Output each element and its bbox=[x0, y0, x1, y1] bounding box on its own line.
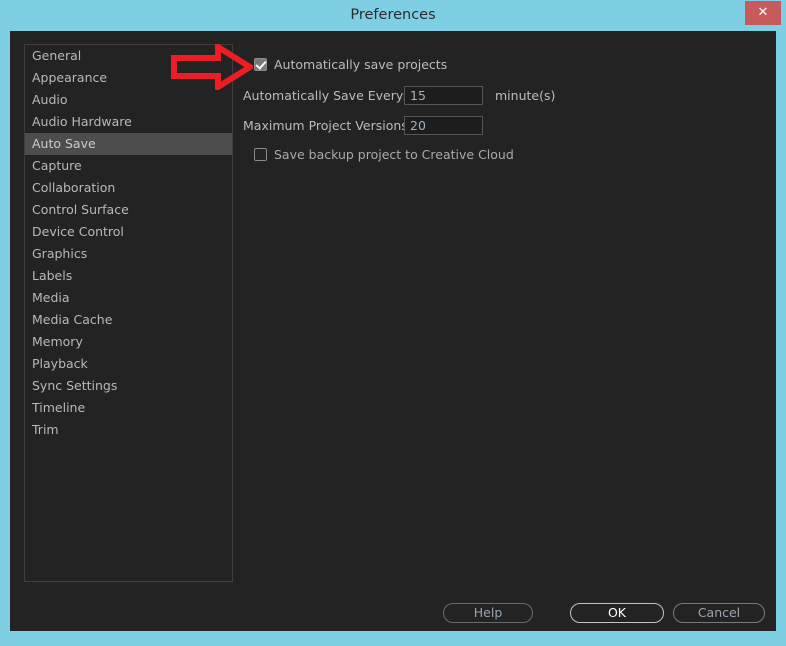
sidebar-item-collaboration[interactable]: Collaboration bbox=[25, 177, 232, 199]
save-every-label: Automatically Save Every: bbox=[243, 88, 407, 103]
sidebar-item-label: Capture bbox=[32, 158, 82, 173]
sidebar-item-label: Timeline bbox=[32, 400, 86, 415]
autosave-checkbox-label: Automatically save projects bbox=[274, 57, 448, 72]
preferences-window: Preferences ✕ General Appearance Audio Audi… bbox=[0, 0, 786, 646]
help-button[interactable]: Help bbox=[443, 603, 533, 623]
sidebar-item-sync-settings[interactable]: Sync Settings bbox=[25, 375, 232, 397]
backup-checkbox[interactable] bbox=[254, 148, 267, 161]
sidebar-item-control-surface[interactable]: Control Surface bbox=[25, 199, 232, 221]
sidebar-item-labels[interactable]: Labels bbox=[25, 265, 232, 287]
sidebar-item-playback[interactable]: Playback bbox=[25, 353, 232, 375]
sidebar-item-label: Graphics bbox=[32, 246, 88, 261]
sidebar-item-trim[interactable]: Trim bbox=[25, 419, 232, 441]
sidebar-item-auto-save[interactable]: Auto Save bbox=[25, 133, 232, 155]
settings-panel: Automatically save projects Automaticall… bbox=[243, 44, 763, 582]
sidebar-item-appearance[interactable]: Appearance bbox=[25, 67, 232, 89]
sidebar-item-label: Memory bbox=[32, 334, 83, 349]
sidebar-item-label: Device Control bbox=[32, 224, 124, 239]
ok-button[interactable]: OK bbox=[570, 603, 664, 623]
sidebar-item-label: Appearance bbox=[32, 70, 108, 85]
save-every-input[interactable] bbox=[404, 86, 483, 105]
save-every-row: Automatically Save Every: minute(s) bbox=[243, 86, 555, 105]
sidebar-item-audio-hardware[interactable]: Audio Hardware bbox=[25, 111, 232, 133]
sidebar-item-media-cache[interactable]: Media Cache bbox=[25, 309, 232, 331]
sidebar-item-label: Collaboration bbox=[32, 180, 116, 195]
sidebar-item-label: Media Cache bbox=[32, 312, 113, 327]
backup-checkbox-row[interactable]: Save backup project to Creative Cloud bbox=[254, 147, 514, 162]
window-title: Preferences bbox=[350, 7, 436, 23]
category-list[interactable]: General Appearance Audio Audio Hardware Auto… bbox=[24, 44, 233, 582]
sidebar-item-label: General bbox=[32, 48, 82, 63]
sidebar-item-label: Control Surface bbox=[32, 202, 129, 217]
sidebar-item-audio[interactable]: Audio bbox=[25, 89, 232, 111]
max-versions-row: Maximum Project Versions: bbox=[243, 116, 483, 135]
save-every-unit: minute(s) bbox=[495, 88, 556, 103]
sidebar-item-memory[interactable]: Memory bbox=[25, 331, 232, 353]
sidebar-item-graphics[interactable]: Graphics bbox=[25, 243, 232, 265]
dialog-footer: Help OK Cancel bbox=[10, 591, 776, 631]
sidebar-item-label: Labels bbox=[32, 268, 73, 283]
sidebar-item-label: Playback bbox=[32, 356, 88, 371]
max-versions-label: Maximum Project Versions: bbox=[243, 118, 412, 133]
sidebar-item-label: Audio Hardware bbox=[32, 114, 132, 129]
backup-checkbox-label: Save backup project to Creative Cloud bbox=[274, 147, 514, 162]
autosave-checkbox-row[interactable]: Automatically save projects bbox=[254, 57, 447, 72]
sidebar-item-timeline[interactable]: Timeline bbox=[25, 397, 232, 419]
sidebar-item-label: Auto Save bbox=[32, 136, 96, 151]
sidebar-item-general[interactable]: General bbox=[25, 45, 232, 67]
cancel-button[interactable]: Cancel bbox=[673, 603, 765, 623]
sidebar-item-label: Sync Settings bbox=[32, 378, 118, 393]
autosave-checkbox[interactable] bbox=[254, 58, 267, 71]
title-bar: Preferences ✕ bbox=[0, 0, 786, 31]
sidebar-item-label: Media bbox=[32, 290, 70, 305]
sidebar-item-media[interactable]: Media bbox=[25, 287, 232, 309]
sidebar-item-device-control[interactable]: Device Control bbox=[25, 221, 232, 243]
sidebar-item-capture[interactable]: Capture bbox=[25, 155, 232, 177]
close-icon[interactable]: ✕ bbox=[745, 1, 781, 25]
max-versions-input[interactable] bbox=[404, 116, 483, 135]
sidebar-item-label: Audio bbox=[32, 92, 68, 107]
dialog-body: General Appearance Audio Audio Hardware Auto… bbox=[10, 31, 776, 631]
sidebar-item-label: Trim bbox=[32, 422, 59, 437]
